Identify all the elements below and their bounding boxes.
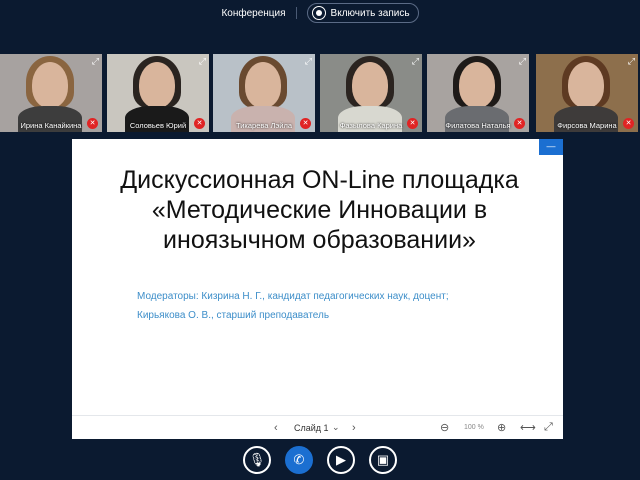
- mic-muted-icon: ✕: [87, 118, 98, 129]
- participant-face: [459, 62, 495, 108]
- fit-width-icon[interactable]: ⟷: [520, 421, 536, 434]
- divider: [295, 7, 297, 19]
- zoom-out-icon[interactable]: ⊖: [440, 421, 449, 434]
- presentation-controls: ‹ Слайд 1 ⌄ › ⊖ 100 % ⊕ ⟷ ⤢: [72, 415, 563, 439]
- participant-tile[interactable]: ⤢ Филатова Наталья ✕: [427, 54, 529, 132]
- prev-slide-icon[interactable]: ‹: [274, 422, 278, 434]
- slide-selector[interactable]: Слайд 1: [294, 423, 329, 433]
- screen-share-icon: ▣: [376, 452, 390, 467]
- expand-icon[interactable]: ⤢: [92, 56, 99, 67]
- expand-icon[interactable]: ⤢: [519, 56, 526, 67]
- slide-moderators: Модераторы: Кизрина Н. Г., кандидат педа…: [137, 287, 537, 325]
- screen-share-button[interactable]: ▣: [369, 446, 397, 474]
- participant-tile[interactable]: ⤢ Тикарева Лэйла ✕: [213, 54, 315, 132]
- slide-title: Дискуссионная ON-Line площадка «Методиче…: [120, 166, 519, 254]
- expand-icon[interactable]: ⤢: [199, 56, 206, 67]
- mic-muted-icon: ✕: [407, 118, 418, 129]
- moderators-line: Кирьякова О. В., старший преподаватель: [137, 310, 330, 321]
- mute-mic-button[interactable]: 🎙: [243, 446, 271, 474]
- minimize-presentation-button[interactable]: —: [539, 139, 563, 155]
- bottom-toolbar: 🎙 ✆ ▶ ▣: [0, 446, 640, 476]
- phone-button[interactable]: ✆: [285, 446, 313, 474]
- participant-tile[interactable]: ⤢ Фирсова Марина ✕: [536, 54, 638, 132]
- conference-title: Конференция: [221, 7, 286, 19]
- presentation-slide: — Дискуссионная ON-Line площадка «Методи…: [72, 139, 563, 439]
- participant-face: [245, 62, 281, 108]
- participant-face: [568, 62, 604, 108]
- participant-face: [32, 62, 68, 108]
- camera-icon: ▶: [336, 452, 346, 467]
- participant-tiles: ⤢ Ирина Канайкина ✕ ⤢ Соловьев Юрий ✕ ⤢ …: [0, 54, 640, 132]
- moderators-line: Модераторы: Кизрина Н. Г., кандидат педа…: [137, 291, 449, 302]
- fullscreen-icon[interactable]: ⤢: [544, 421, 553, 434]
- top-bar: Конференция Включить запись: [0, 0, 640, 26]
- record-button[interactable]: Включить запись: [306, 3, 419, 23]
- participant-tile[interactable]: ⤢ Соловьев Юрий ✕: [107, 54, 209, 132]
- mic-muted-icon: ✕: [514, 118, 525, 129]
- chevron-down-icon[interactable]: ⌄: [332, 422, 340, 433]
- record-label: Включить запись: [330, 7, 410, 19]
- record-icon: [311, 6, 326, 20]
- participant-tile[interactable]: ⤢ Ирина Канайкина ✕: [0, 54, 102, 132]
- participant-face: [139, 62, 175, 108]
- next-slide-icon[interactable]: ›: [352, 422, 356, 434]
- expand-icon[interactable]: ⤢: [412, 56, 419, 67]
- expand-icon[interactable]: ⤢: [628, 56, 635, 67]
- microphone-off-icon: 🎙: [248, 452, 266, 467]
- zoom-in-icon[interactable]: ⊕: [497, 421, 506, 434]
- mic-muted-icon: ✕: [623, 118, 634, 129]
- participant-face: [352, 62, 388, 108]
- camera-button[interactable]: ▶: [327, 446, 355, 474]
- zoom-level: 100 %: [464, 424, 484, 431]
- mic-muted-icon: ✕: [194, 118, 205, 129]
- phone-icon: ✆: [293, 452, 305, 467]
- expand-icon[interactable]: ⤢: [305, 56, 312, 67]
- participant-tile[interactable]: ⤢ Фазылова Карина ✕: [320, 54, 422, 132]
- mic-muted-icon: ✕: [300, 118, 311, 129]
